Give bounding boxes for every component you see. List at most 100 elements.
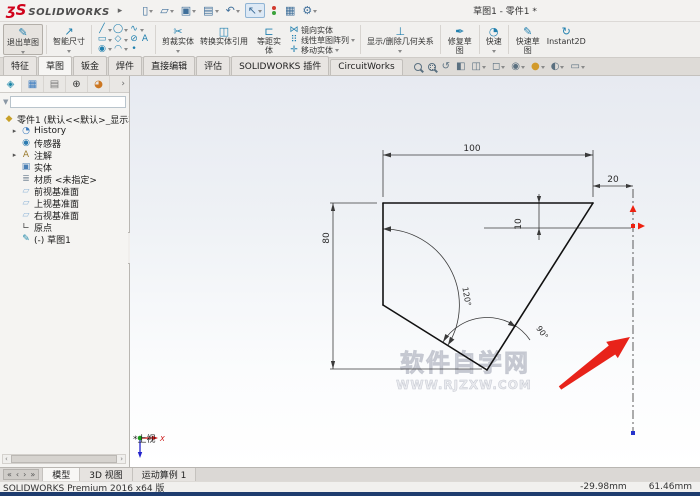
dim-value-step[interactable]: 10 [514, 218, 524, 230]
move-entities-button[interactable]: ✛ 移动实体 [289, 45, 355, 55]
mirror-entities-button[interactable]: ⋈ 镜向实体 [289, 25, 355, 35]
tab-sketch[interactable]: 草图 [38, 56, 73, 75]
dimension-angle-120[interactable]: 120° [382, 226, 473, 346]
open-button[interactable]: ▱ [158, 4, 175, 17]
tab-direct-editing[interactable]: 直接编辑 [143, 56, 196, 75]
display-delete-relations-button[interactable]: ⊥ 显示/删除几何关系 [364, 24, 437, 55]
hide-show-items-button[interactable]: ◉ [511, 62, 525, 72]
tab-displaymanager[interactable]: ◕ [88, 76, 110, 92]
tree-item-history[interactable]: ▸ ◔ History [0, 125, 129, 137]
dimension-angle-90[interactable]: 90° [442, 317, 550, 343]
dimension-width-100[interactable]: 100 [382, 144, 594, 197]
instant2d-button[interactable]: ↻ Instant2D [544, 24, 589, 55]
tree-item-part-root[interactable]: ◆ 零件1 (默认<<默认>_显示状态 [0, 113, 129, 125]
dropdown-caret-icon[interactable] [335, 49, 339, 54]
new-document-button[interactable]: ▯ [140, 4, 155, 17]
zoom-to-area-button[interactable] [427, 63, 436, 71]
edit-appearance-button[interactable]: ● [531, 62, 545, 72]
expander-icon[interactable]: ▸ [11, 151, 18, 159]
print-button[interactable]: ▤ [201, 4, 220, 17]
menu-flyout-arrow-icon[interactable]: ▸ [118, 6, 123, 16]
expander-icon[interactable]: ▸ [11, 127, 18, 135]
tab-dimxpert[interactable]: ⊕ [66, 76, 88, 92]
dropdown-caret-icon[interactable] [258, 9, 263, 15]
tab-propertymanager[interactable]: ▦ [22, 76, 44, 92]
dropdown-caret-icon[interactable] [580, 66, 585, 71]
tab-evaluate[interactable]: 评估 [196, 56, 231, 75]
tab-sheet-metal[interactable]: 钣金 [73, 56, 108, 75]
tab-model[interactable]: 模型 [42, 468, 81, 481]
dropdown-caret-icon[interactable] [124, 48, 128, 53]
dropdown-caret-icon[interactable] [540, 66, 545, 71]
drag-handle-up-icon[interactable] [629, 205, 637, 212]
dropdown-caret-icon[interactable] [351, 39, 355, 44]
next-tab-icon[interactable]: › [23, 470, 26, 479]
sketch-canvas[interactable]: 软件自学网 WWW.RJZXW.COM 100 20 80 10 120° 90… [130, 76, 700, 467]
graphics-viewport[interactable]: 软件自学网 WWW.RJZXW.COM 100 20 80 10 120° 90… [130, 76, 700, 467]
tree-filter-input[interactable] [10, 95, 127, 108]
dropdown-caret-icon[interactable] [108, 38, 112, 44]
trim-entities-button[interactable]: ✂ 剪裁实体 [159, 24, 197, 55]
dropdown-caret-icon[interactable] [398, 49, 403, 55]
dim-value-height[interactable]: 80 [322, 232, 332, 244]
dim-value-offset[interactable]: 20 [607, 175, 619, 185]
prev-tab-icon[interactable]: ‹ [16, 470, 19, 479]
view-settings-button[interactable]: ▭ [570, 62, 585, 72]
dropdown-caret-icon[interactable] [491, 49, 496, 55]
repair-sketch-button[interactable]: ✒ 修复草图 [444, 24, 476, 55]
file-properties-button[interactable]: ▦ [283, 4, 297, 17]
scroll-left-arrow-icon[interactable]: ‹ [3, 455, 10, 463]
tree-item-sketch1[interactable]: ✎ (-) 草图1 [0, 233, 129, 245]
tab-solidworks-addins[interactable]: SOLIDWORKS 插件 [231, 56, 330, 75]
dropdown-caret-icon[interactable] [313, 9, 318, 15]
rebuild-button[interactable] [268, 5, 280, 16]
undo-button[interactable]: ↶ [224, 4, 242, 17]
tree-item-annotations[interactable]: ▸ A 注解 [0, 149, 129, 161]
apply-scene-button[interactable]: ◐ [551, 62, 565, 72]
convert-entities-button[interactable]: ◫ 转换实体引用 [197, 24, 251, 55]
quick-snaps-button[interactable]: ◔ 快速 [483, 24, 505, 55]
last-tab-icon[interactable]: » [30, 470, 35, 479]
rectangle-tool-icon[interactable]: ▭ [97, 35, 107, 44]
rapid-sketch-button[interactable]: ✎ 快速草图 [512, 24, 544, 55]
spline-tool-icon[interactable]: ∿ [129, 25, 139, 34]
tree-item-material[interactable]: ≣ 材质 <未指定> [0, 173, 129, 185]
dim-value-width[interactable]: 100 [463, 144, 480, 154]
ellipse-tool-icon[interactable]: ⊘ [129, 35, 139, 44]
tree-item-origin[interactable]: ∟ 原点 [0, 221, 129, 233]
polygon-tool-icon[interactable]: ◇ [113, 35, 123, 44]
tree-item-right-plane[interactable]: ▱ 右视基准面 [0, 209, 129, 221]
scrollbar-thumb[interactable] [10, 455, 118, 463]
dropdown-caret-icon[interactable] [108, 28, 112, 34]
dropdown-caret-icon[interactable] [124, 38, 128, 44]
tab-3d-views[interactable]: 3D 视图 [80, 468, 133, 481]
circle-tool-icon[interactable]: ◯ [113, 25, 123, 34]
panel-tabs-overflow-button[interactable]: › [117, 76, 129, 92]
dimension-height-80[interactable]: 80 [322, 202, 482, 370]
tab-circuitworks[interactable]: CircuitWorks [330, 59, 403, 75]
scroll-right-arrow-icon[interactable]: › [118, 455, 125, 463]
dropdown-caret-icon[interactable] [176, 49, 180, 55]
tab-features[interactable]: 特征 [3, 56, 38, 75]
dropdown-caret-icon[interactable] [521, 66, 525, 71]
offset-entities-button[interactable]: ⊏ 等距实体 [251, 24, 287, 55]
slot-tool-icon[interactable]: ◉ [97, 44, 107, 54]
dimension-offset-20[interactable]: 20 [593, 175, 633, 189]
arc-tool-icon[interactable]: ◠ [113, 44, 123, 54]
dropdown-caret-icon[interactable] [214, 9, 219, 15]
tab-featuremanager-tree[interactable]: ◈ [0, 76, 22, 92]
tree-item-front-plane[interactable]: ▱ 前视基准面 [0, 185, 129, 197]
drag-handle-right-icon[interactable] [638, 222, 645, 230]
dropdown-caret-icon[interactable] [21, 50, 25, 56]
linear-sketch-pattern-button[interactable]: ⠿ 线性草图阵列 [289, 35, 355, 45]
centerline-endpoint[interactable] [631, 431, 635, 435]
tab-motion-study[interactable]: 运动算例 1 [132, 468, 197, 481]
tab-configurationmanager[interactable]: ▤ [44, 76, 66, 92]
first-tab-icon[interactable]: « [7, 470, 12, 479]
exit-sketch-button[interactable]: ✎ 退出草图 [3, 24, 43, 55]
panel-horizontal-scrollbar[interactable]: ‹ › [2, 454, 126, 464]
view-orientation-button[interactable]: ◫ [472, 62, 486, 72]
dropdown-caret-icon[interactable] [501, 66, 506, 71]
line-tool-icon[interactable]: ╱ [97, 25, 107, 34]
dropdown-caret-icon[interactable] [149, 9, 154, 15]
